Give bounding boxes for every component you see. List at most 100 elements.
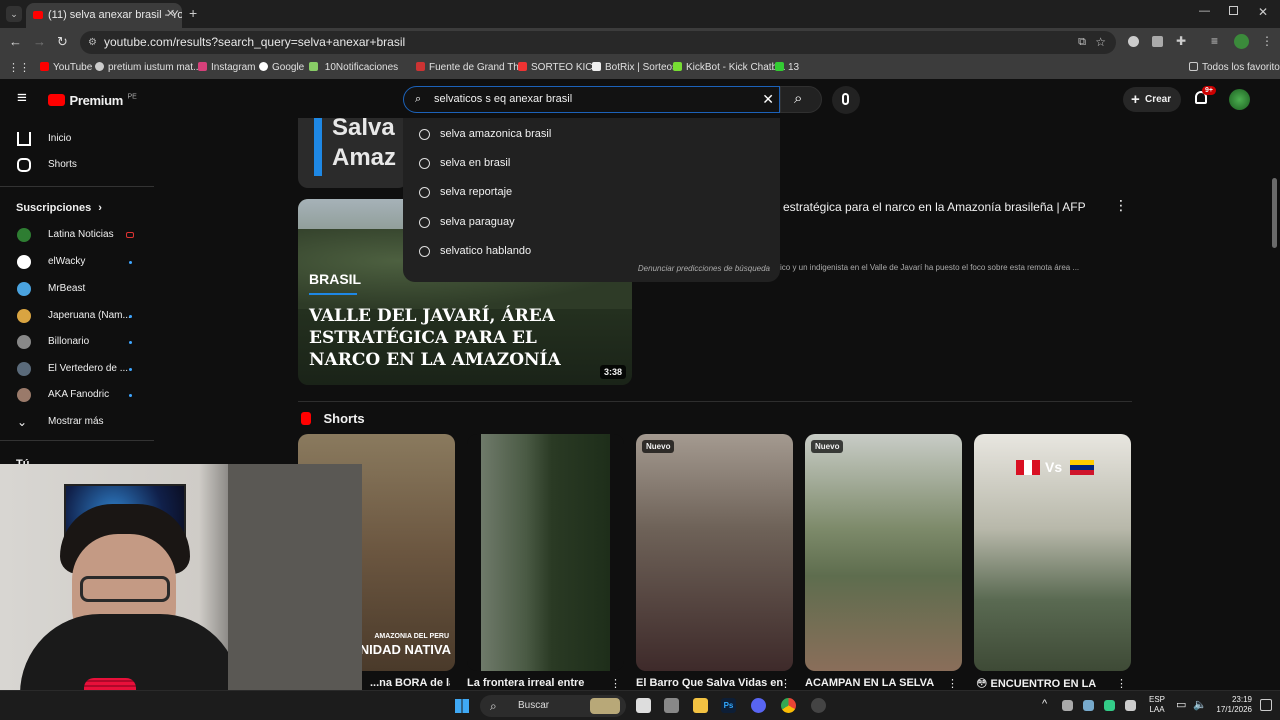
app-icon[interactable] (811, 698, 826, 713)
search-icon: ⌕ (794, 90, 803, 107)
sidebar-item-aka-fanodric[interactable]: AKA Fanodric (0, 382, 154, 408)
chevron-up-icon[interactable]: ^ (1042, 698, 1047, 710)
sidebar-item-japeruana[interactable]: Japeruana (Nam... (0, 303, 154, 329)
search-input[interactable]: ⌕ selvaticos s eq anexar brasil ✕ (403, 86, 780, 113)
bookmark-botrix[interactable]: BotRix | Sorteos (592, 57, 677, 79)
network-icon[interactable]: ▭ (1176, 698, 1186, 711)
bookmark-pretium[interactable]: pretium iustum mat... (95, 57, 201, 79)
sidebar-item-billonario[interactable]: Billonario (0, 329, 154, 355)
sidebar-item-label: Shorts (48, 159, 77, 170)
install-app-icon[interactable]: ⧉ (1078, 31, 1086, 54)
profile-avatar[interactable] (1234, 34, 1249, 49)
browser-menu-icon[interactable]: ⋮ (1261, 34, 1273, 48)
file-explorer-icon[interactable] (693, 698, 708, 713)
account-avatar[interactable] (1229, 89, 1250, 110)
minimize-button[interactable]: — (1199, 5, 1210, 17)
bookmark-sorteo-kick[interactable]: SORTEO KICK (518, 57, 599, 79)
tab-youtube[interactable]: (11) selva anexar brasil - YouTube (26, 3, 182, 28)
app-icon[interactable] (664, 698, 679, 713)
photoshop-icon[interactable]: Ps (721, 698, 736, 713)
sidebar-item-mrbeast[interactable]: MrBeast (0, 276, 154, 302)
bookmark-13[interactable]: 13 (775, 57, 799, 79)
video-menu-icon[interactable]: ⋮ (1114, 197, 1128, 214)
discord-icon[interactable] (751, 698, 766, 713)
notifications-button[interactable]: 9+ (1193, 86, 1216, 107)
video-title[interactable]: estratégica para el narco en la Amazonía… (783, 200, 1086, 214)
extension-icon[interactable] (1128, 36, 1139, 47)
tab-close-icon[interactable]: ✕ (166, 7, 175, 20)
video-thumbnail-previous[interactable]: Salva Amaz (298, 118, 408, 188)
shorts-section-header: Shorts (301, 410, 365, 428)
suggestion-item[interactable]: selva paraguay (403, 208, 780, 237)
short-title[interactable]: El Barro Que Salva Vidas en (636, 677, 786, 689)
reload-icon[interactable]: ↻ (57, 34, 68, 50)
chrome-icon[interactable] (781, 698, 796, 713)
back-icon[interactable]: ← (9, 34, 22, 49)
new-tab-button[interactable]: + (189, 5, 197, 21)
bookmark-kickbot[interactable]: KickBot - Kick Chatb... (673, 57, 785, 79)
sidebar-item-elwacky[interactable]: elWacky (0, 249, 154, 275)
peru-flag-icon (1016, 460, 1040, 475)
page-scrollbar[interactable] (1272, 178, 1277, 248)
sidebar-item-latina-noticias[interactable]: Latina Noticias (0, 222, 154, 248)
site-info-icon[interactable]: ⚙ (88, 31, 97, 54)
search-button[interactable]: ⌕ (780, 86, 822, 113)
short-thumbnail[interactable] (467, 434, 624, 671)
short-menu-icon[interactable]: ⋮ (947, 677, 958, 690)
bookmark-google[interactable]: Google (259, 57, 304, 79)
maximize-button[interactable] (1229, 6, 1238, 15)
suggestion-item[interactable]: selva reportaje (403, 178, 780, 207)
tray-icon[interactable] (1125, 700, 1136, 711)
sidebar-item-shorts[interactable]: Shorts (0, 152, 154, 178)
show-more-button[interactable]: ⌄ Mostrar más (0, 409, 154, 435)
youtube-logo[interactable]: Premium PE (48, 92, 137, 110)
sidebar-item-home[interactable]: Inicio (0, 126, 154, 152)
windows-start-icon[interactable] (455, 699, 469, 713)
short-title[interactable]: 😳 ENCUENTRO EN LA (976, 677, 1126, 690)
suggestion-item[interactable]: selva en brasil (403, 149, 780, 178)
short-title[interactable]: La frontera irreal entre (467, 677, 617, 689)
volume-icon[interactable]: 🔈 (1193, 698, 1207, 711)
tray-icon[interactable] (1104, 700, 1115, 711)
close-window-button[interactable]: ✕ (1258, 5, 1268, 19)
short-thumbnail[interactable]: Vs (974, 434, 1131, 671)
language-indicator[interactable]: ESP LAA (1149, 695, 1165, 715)
task-view-icon[interactable] (636, 698, 651, 713)
clear-search-icon[interactable]: ✕ (762, 87, 774, 112)
short-menu-icon[interactable]: ⋮ (610, 677, 621, 690)
url-field[interactable]: ⚙ youtube.com/results?search_query=selva… (80, 31, 1116, 54)
short-title[interactable]: ...na BORA de la (370, 677, 450, 689)
apps-icon[interactable]: ⋮⋮ (8, 57, 30, 79)
all-bookmarks-folder[interactable]: Todos los favoritos (1189, 57, 1280, 79)
clock[interactable]: 23:19 17/1/2026 (1212, 695, 1252, 715)
bookmark-star-icon[interactable]: ☆ (1095, 31, 1106, 54)
notification-center-icon[interactable] (1260, 699, 1272, 711)
short-title[interactable]: ACAMPAN EN LA SELVA (805, 677, 955, 689)
suggestion-item[interactable]: selva amazonica brasil (403, 120, 780, 149)
short-menu-icon[interactable]: ⋮ (780, 677, 791, 690)
bookmark-instagram[interactable]: Instagram (198, 57, 255, 79)
taskbar-search[interactable]: ⌕ Buscar (480, 695, 626, 717)
url-text: youtube.com/results?search_query=selva+a… (104, 35, 406, 49)
puzzle-icon[interactable]: ✚ (1176, 34, 1186, 48)
bookmark-youtube[interactable]: YouTube (40, 57, 92, 79)
tray-icon[interactable] (1062, 700, 1073, 711)
subscriptions-header[interactable]: Suscripciones › (16, 202, 102, 214)
bookmark-10notificaciones[interactable]: 10Notificaciones (309, 57, 398, 79)
tray-icon[interactable] (1083, 700, 1094, 711)
short-thumbnail[interactable]: Nuevo (805, 434, 962, 671)
create-button[interactable]: + Crear (1123, 87, 1181, 112)
sidebar-item-el-vertedero[interactable]: El Vertedero de ... (0, 356, 154, 382)
guide-menu-icon[interactable]: ≡ (17, 88, 27, 108)
tab-menu-icon[interactable]: ⌄ (6, 6, 22, 22)
bookmark-fuente[interactable]: Fuente de Grand Th... (416, 57, 527, 79)
extension-icon[interactable] (1152, 36, 1163, 47)
short-menu-icon[interactable]: ⋮ (1116, 677, 1127, 690)
media-icon[interactable]: ≡ (1211, 34, 1218, 48)
voice-search-button[interactable] (832, 86, 860, 114)
forward-icon[interactable]: → (33, 34, 46, 49)
kickbot-icon (673, 62, 682, 71)
short-thumbnail[interactable]: Nuevo (636, 434, 793, 671)
report-predictions-link[interactable]: Denunciar predicciones de búsqueda (638, 264, 770, 273)
suggestion-item[interactable]: selvatico hablando (403, 237, 780, 266)
